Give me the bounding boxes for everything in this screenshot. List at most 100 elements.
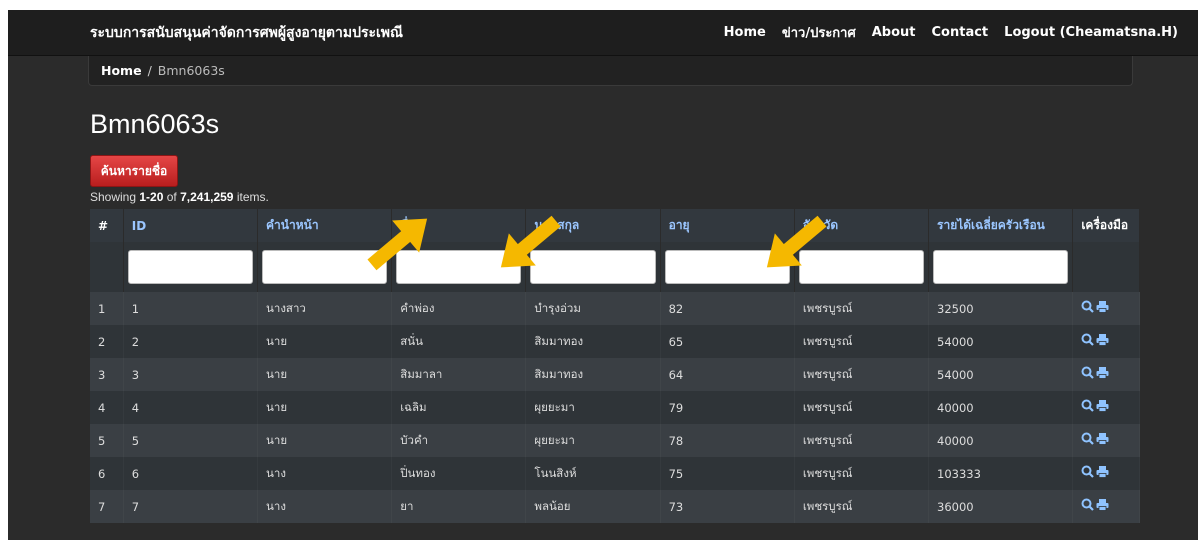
nav-about[interactable]: About — [872, 25, 916, 40]
row-firstname-cell: เฉลิม — [391, 391, 526, 424]
search-icon[interactable] — [1081, 498, 1095, 515]
row-province-cell: เพชรบูรณ์ — [794, 358, 929, 391]
row-lastname-cell: สิมมาทอง — [525, 358, 661, 391]
row-income-cell: 103333 — [928, 457, 1073, 490]
search-icon[interactable] — [1081, 399, 1095, 416]
row-tools-cell — [1072, 457, 1140, 490]
summary-total: 7,241,259 — [180, 190, 234, 204]
row-title-cell: นาย — [257, 391, 392, 424]
brand-title[interactable]: ระบบการสนับสนุนค่าจัดการศพผู้สูงอายุตามป… — [90, 22, 724, 44]
row-province-cell: เพชรบูรณ์ — [794, 325, 929, 358]
row-tools-cell — [1072, 292, 1140, 325]
app-window: ระบบการสนับสนุนค่าจัดการศพผู้สูงอายุตามป… — [8, 10, 1198, 540]
summary-prefix: Showing — [90, 190, 140, 204]
row-income-cell: 32500 — [928, 292, 1073, 325]
row-id-cell: 5 — [123, 424, 258, 457]
print-icon[interactable] — [1096, 300, 1109, 317]
row-number-cell: 1 — [90, 292, 124, 325]
row-number-cell: 5 — [90, 424, 124, 457]
breadcrumb: Home / Bmn6063s — [88, 56, 1133, 86]
row-id-cell: 2 — [123, 325, 258, 358]
print-icon[interactable] — [1096, 366, 1109, 383]
row-id-cell: 3 — [123, 358, 258, 391]
table-row: 6 6 นาง ปิ่นทอง โนนสิงห์ 75 เพชรบูรณ์ 103333 — [90, 457, 1140, 490]
results-summary: Showing 1-20 of 7,241,259 items. — [90, 190, 269, 204]
col-header-income[interactable]: รายได้เฉลี่ยครัวเรือน — [928, 209, 1074, 242]
row-income-cell: 54000 — [928, 358, 1073, 391]
row-title-cell: นาย — [257, 325, 392, 358]
filter-cell — [123, 242, 259, 292]
search-icon[interactable] — [1081, 366, 1095, 383]
filter-row — [90, 242, 1140, 292]
row-id-cell: 6 — [123, 457, 258, 490]
search-icon[interactable] — [1081, 432, 1095, 449]
filter-id-input[interactable] — [127, 250, 253, 284]
row-income-cell: 40000 — [928, 391, 1073, 424]
row-age-cell: 79 — [660, 391, 795, 424]
data-table: # ID คำนำหน้า ชื่อ นามสกุล อายุ จังหวัด … — [90, 209, 1140, 523]
print-icon[interactable] — [1096, 333, 1109, 350]
nav-contact[interactable]: Contact — [932, 25, 989, 40]
row-lastname-cell: พลน้อย — [525, 490, 661, 523]
summary-range: 1-20 — [139, 190, 164, 204]
page-title: Bmn6063s — [90, 109, 220, 139]
row-title-cell: นางสาว — [257, 292, 392, 325]
filter-cell — [928, 242, 1074, 292]
row-number-cell: 6 — [90, 457, 124, 490]
breadcrumb-home[interactable]: Home — [101, 63, 142, 78]
breadcrumb-current: Bmn6063s — [157, 63, 225, 78]
print-icon[interactable] — [1096, 432, 1109, 449]
filter-cell-empty — [90, 242, 124, 292]
search-icon[interactable] — [1081, 333, 1095, 350]
row-title-cell: นาย — [257, 424, 392, 457]
col-header-tools: เครื่องมือ — [1072, 209, 1140, 242]
summary-of: of — [163, 190, 181, 204]
print-icon[interactable] — [1096, 399, 1109, 416]
filter-cell-empty — [1072, 242, 1140, 292]
row-province-cell: เพชรบูรณ์ — [794, 490, 929, 523]
row-id-cell: 7 — [123, 490, 258, 523]
row-age-cell: 73 — [660, 490, 795, 523]
search-names-button[interactable]: ค้นหารายชื่อ — [90, 155, 178, 187]
table-row: 2 2 นาย สนั่น สิมมาทอง 65 เพชรบูรณ์ 54000 — [90, 325, 1140, 358]
row-number-cell: 4 — [90, 391, 124, 424]
table-row: 5 5 นาย บัวคำ ผุยยะมา 78 เพชรบูรณ์ 40000 — [90, 424, 1140, 457]
print-icon[interactable] — [1096, 465, 1109, 482]
nav-links: Home ข่าว/ประกาศ About Contact Logout (C… — [724, 22, 1178, 43]
row-tools-cell — [1072, 424, 1140, 457]
table-row: 1 1 นางสาว คำพ่อง บำรุงอ่วม 82 เพชรบูรณ์ 32500 — [90, 292, 1140, 325]
row-firstname-cell: ยา — [391, 490, 526, 523]
summary-suffix: items. — [233, 190, 269, 204]
nav-home[interactable]: Home — [724, 25, 766, 40]
print-icon[interactable] — [1096, 498, 1109, 515]
row-lastname-cell: บำรุงอ่วม — [525, 292, 661, 325]
row-title-cell: นาง — [257, 490, 392, 523]
search-icon[interactable] — [1081, 300, 1095, 317]
row-firstname-cell: สิมมาลา — [391, 358, 526, 391]
row-province-cell: เพชรบูรณ์ — [794, 292, 929, 325]
nav-logout[interactable]: Logout (Cheamatsna.H) — [1004, 25, 1178, 40]
nav-news[interactable]: ข่าว/ประกาศ — [782, 22, 856, 43]
row-tools-cell — [1072, 358, 1140, 391]
row-province-cell: เพชรบูรณ์ — [794, 457, 929, 490]
table-body: 1 1 นางสาว คำพ่อง บำรุงอ่วม 82 เพชรบูรณ์ 32500 2… — [90, 292, 1140, 523]
navbar: ระบบการสนับสนุนค่าจัดการศพผู้สูงอายุตามป… — [8, 10, 1198, 56]
col-header-id[interactable]: ID — [123, 209, 259, 242]
row-age-cell: 64 — [660, 358, 795, 391]
row-lastname-cell: ผุยยะมา — [525, 391, 661, 424]
filter-income-input[interactable] — [933, 250, 1069, 284]
row-number-cell: 7 — [90, 490, 124, 523]
row-tools-cell — [1072, 325, 1140, 358]
table-row: 4 4 นาย เฉลิม ผุยยะมา 79 เพชรบูรณ์ 40000 — [90, 391, 1140, 424]
row-number-cell: 3 — [90, 358, 124, 391]
annotation-arrow-lastname — [500, 215, 561, 268]
row-province-cell: เพชรบูรณ์ — [794, 391, 929, 424]
row-title-cell: นาย — [257, 358, 392, 391]
row-number-cell: 2 — [90, 325, 124, 358]
row-income-cell: 54000 — [928, 325, 1073, 358]
row-age-cell: 82 — [660, 292, 795, 325]
search-icon[interactable] — [1081, 465, 1095, 482]
table-row: 3 3 นาย สิมมาลา สิมมาทอง 64 เพชรบูรณ์ 54000 — [90, 358, 1140, 391]
row-id-cell: 1 — [123, 292, 258, 325]
row-tools-cell — [1072, 490, 1140, 523]
